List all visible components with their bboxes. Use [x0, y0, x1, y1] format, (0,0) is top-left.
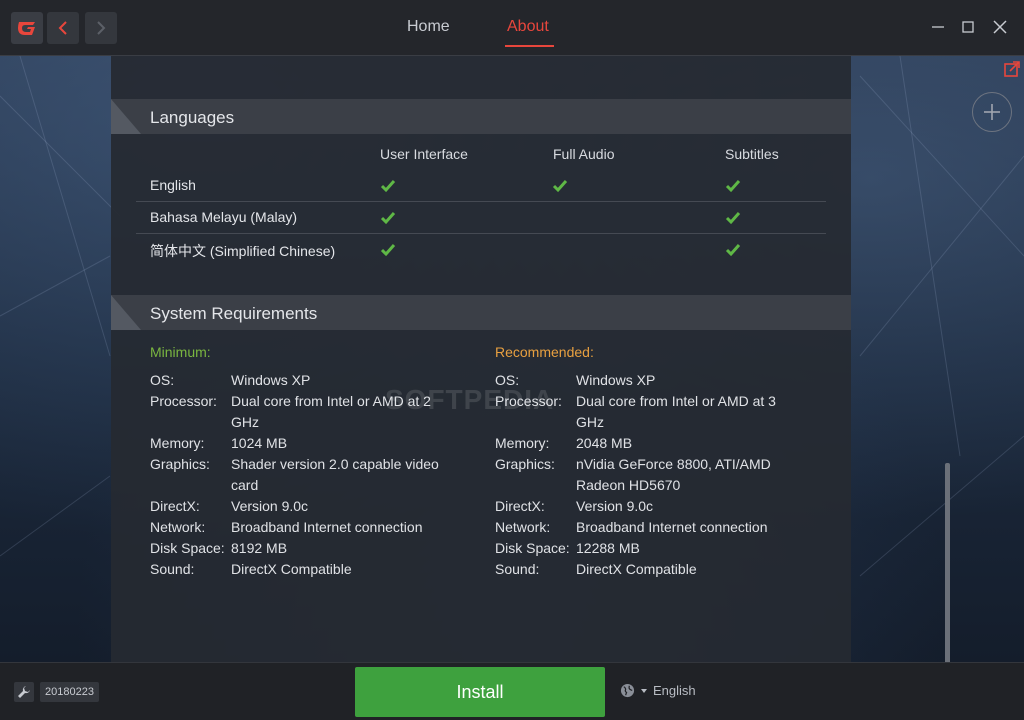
rec-disk: 12288 MB	[576, 540, 640, 556]
close-icon	[993, 20, 1007, 34]
lang-malay: Bahasa Melayu (Malay)	[150, 209, 298, 225]
language-label: English	[653, 683, 696, 698]
rec-gfx-label: Graphics:	[495, 456, 555, 472]
col-subtitles: Subtitles	[725, 146, 779, 162]
min-gfx-label: Graphics:	[150, 456, 210, 472]
rec-dx: Version 9.0c	[576, 498, 654, 514]
minimum-title: Minimum:	[150, 344, 211, 360]
rec-gfx-cont: Radeon HD5670	[576, 477, 681, 493]
min-sound-label: Sound:	[150, 561, 195, 577]
min-cpu-label: Processor:	[150, 393, 217, 409]
min-cpu-cont: GHz	[231, 414, 259, 430]
back-button[interactable]	[47, 12, 79, 44]
min-gfx: Shader version 2.0 capable video	[231, 456, 439, 472]
maximize-icon	[962, 21, 974, 33]
lang-english: English	[150, 177, 196, 193]
min-os-label: OS:	[150, 372, 175, 388]
rec-cpu: Dual core from Intel or AMD at 3	[576, 393, 776, 409]
check-icon	[725, 180, 741, 193]
active-tab-indicator	[505, 45, 554, 47]
min-disk: 8192 MB	[231, 540, 288, 556]
min-net-label: Network:	[150, 519, 206, 535]
check-icon	[552, 180, 568, 193]
app-logo[interactable]	[11, 12, 43, 44]
row-divider	[136, 201, 826, 202]
about-panel: Languages User Interface Full Audio Subt…	[111, 56, 851, 662]
version-badge: 20180223	[40, 682, 99, 702]
tab-about[interactable]: About	[507, 18, 549, 36]
min-dx-label: DirectX:	[150, 498, 200, 514]
forward-button[interactable]	[85, 12, 117, 44]
requirements-title: System Requirements	[150, 304, 318, 323]
rec-mem: 2048 MB	[576, 435, 633, 451]
min-dx: Version 9.0c	[231, 498, 309, 514]
languages-title: Languages	[150, 108, 235, 127]
header-corner	[111, 295, 141, 330]
watermark: SOFTPEDIA	[385, 384, 555, 415]
footer-bar: 20180223 Install English	[0, 662, 1024, 720]
col-user-interface: User Interface	[380, 146, 468, 162]
lang-chinese: 简体中文 (Simplified Chinese)	[150, 243, 336, 259]
add-button[interactable]	[972, 92, 1012, 132]
row-divider	[136, 233, 826, 234]
chevron-left-icon	[58, 21, 67, 35]
rec-disk-label: Disk Space:	[495, 540, 570, 556]
chevron-right-icon	[97, 21, 106, 35]
header-corner	[111, 99, 141, 134]
min-os: Windows XP	[231, 372, 311, 388]
rec-mem-label: Memory:	[495, 435, 550, 451]
rec-os: Windows XP	[576, 372, 656, 388]
minimize-button[interactable]	[928, 17, 948, 37]
requirements-header: System Requirements	[111, 295, 851, 330]
min-sound: DirectX Compatible	[231, 561, 352, 577]
rec-net: Broadband Internet connection	[576, 519, 768, 535]
recommended-title: Recommended:	[495, 344, 594, 360]
rec-sound-label: Sound:	[495, 561, 540, 577]
language-selector[interactable]: English	[620, 683, 696, 698]
check-icon	[725, 244, 741, 257]
min-mem: 1024 MB	[231, 435, 288, 451]
minimize-icon	[932, 26, 944, 28]
install-button[interactable]: Install	[355, 667, 605, 717]
rec-cpu-cont: GHz	[576, 414, 604, 430]
garena-logo-icon	[18, 22, 35, 35]
check-icon	[725, 212, 741, 225]
min-net: Broadband Internet connection	[231, 519, 423, 535]
globe-icon	[620, 683, 635, 698]
check-icon	[380, 180, 396, 193]
settings-button[interactable]	[14, 682, 34, 702]
rec-net-label: Network:	[495, 519, 551, 535]
maximize-button[interactable]	[958, 17, 978, 37]
close-button[interactable]	[990, 17, 1010, 37]
languages-header: Languages	[111, 99, 851, 134]
rec-sound: DirectX Compatible	[576, 561, 697, 577]
caret-down-icon	[641, 688, 647, 693]
min-gfx-cont: card	[231, 477, 259, 493]
external-link-icon[interactable]	[1004, 61, 1020, 77]
rec-dx-label: DirectX:	[495, 498, 545, 514]
wrench-icon	[18, 686, 30, 698]
check-icon	[380, 244, 396, 257]
check-icon	[380, 212, 396, 225]
title-bar: Home About	[0, 0, 1024, 56]
rec-gfx: nVidia GeForce 8800, ATI/AMD	[576, 456, 771, 472]
col-full-audio: Full Audio	[553, 146, 615, 162]
min-disk-label: Disk Space:	[150, 540, 225, 556]
tab-home[interactable]: Home	[407, 18, 450, 36]
plus-icon	[984, 104, 1000, 120]
min-mem-label: Memory:	[150, 435, 205, 451]
